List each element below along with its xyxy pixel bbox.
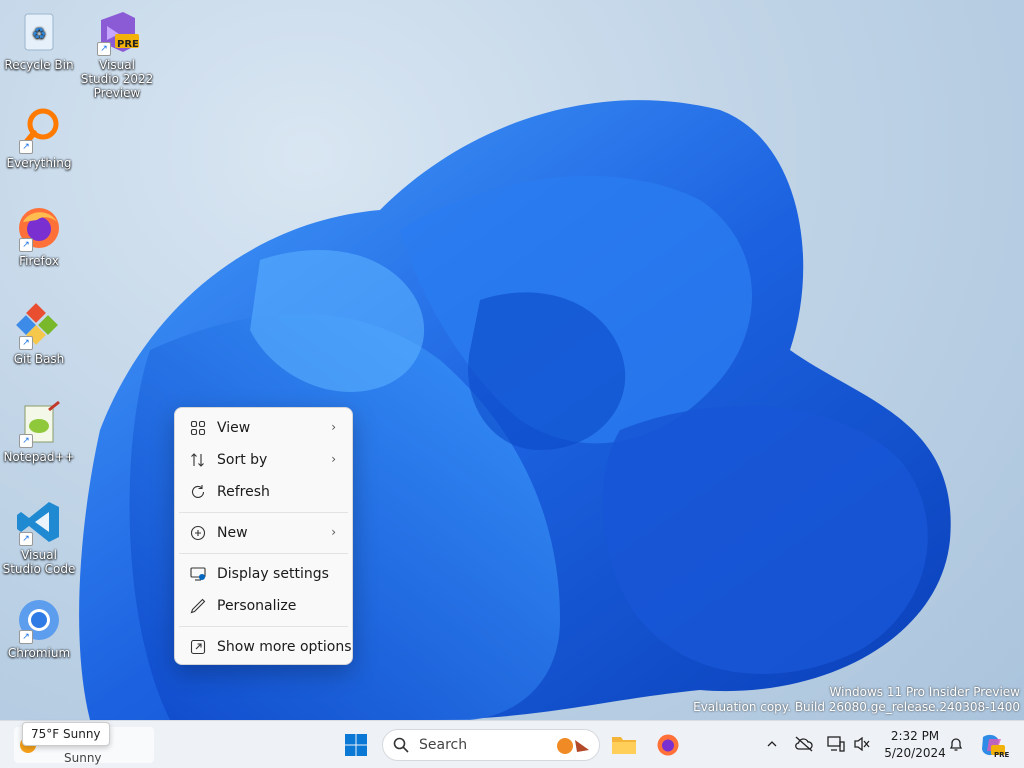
desktop-icon-everything[interactable]: ↗ Everything [1,106,77,170]
desktop-icon-label: Firefox [19,254,59,268]
watermark-line-2: Evaluation copy. Build 26080.ge_release.… [693,700,1020,714]
menu-item-view[interactable]: View › [175,412,352,444]
desktop-icon-visual-studio-2022-preview[interactable]: PRE ↗ Visual Studio 2022 Preview [79,8,155,100]
recycle-bin-icon: ♻ [15,8,63,56]
shortcut-arrow-icon: ↗ [19,434,33,448]
onedrive-tray-button[interactable] [793,733,815,755]
pen-icon [190,598,206,614]
svg-text:♻: ♻ [32,24,46,43]
everything-search-icon: ↗ [15,106,63,154]
search-highlight-icon [557,738,589,754]
copilot-button[interactable]: PRE [976,729,1010,761]
sort-arrows-icon [190,452,206,468]
display-settings-icon [190,566,206,582]
menu-item-label: Refresh [217,484,270,500]
visual-studio-preview-icon: PRE ↗ [93,8,141,56]
clock-time: 2:32 PM [890,729,940,743]
menu-item-display-settings[interactable]: Display settings [175,558,352,590]
menu-item-label: New [217,525,248,541]
start-button[interactable] [340,729,372,761]
taskbar-clock[interactable]: 2:32 PM 5/20/2024 [880,728,950,762]
firefox-icon: ↗ [15,204,63,252]
menu-item-personalize[interactable]: Personalize [175,590,352,622]
weather-tooltip: 75°F Sunny [22,722,110,746]
shortcut-arrow-icon: ↗ [19,630,33,644]
desktop-icon-label: Visual Studio Code [2,548,76,576]
wallpaper-bloom [79,100,951,720]
shortcut-arrow-icon: ↗ [19,336,33,350]
desktop-icon-git-bash[interactable]: ↗ Git Bash [1,302,77,366]
network-tray-button[interactable] [825,733,847,755]
clock-date: 5/20/2024 [884,746,946,760]
desktop-icon-label: Everything [6,156,72,170]
firefox-icon [657,734,679,756]
plus-circle-icon [190,525,206,541]
desktop-icon-firefox[interactable]: ↗ Firefox [1,204,77,268]
evaluation-watermark: Windows 11 Pro Insider Preview Evaluatio… [693,685,1020,715]
preview-badge: PRE [117,39,139,50]
menu-item-refresh[interactable]: Refresh [175,476,352,508]
weather-condition: Sunny [64,751,102,765]
copilot-preview-badge: PRE [994,751,1010,759]
menu-item-label: View [217,420,251,436]
desktop-icon-notepad-plus-plus[interactable]: ↗ Notepad++ [1,400,77,464]
bell-icon [949,738,963,751]
desktop-icon-label: Chromium [7,646,71,660]
search-placeholder: Search [419,737,468,753]
taskbar: Sunny Search 2:32 PM 5/20/2024 PRE [0,720,1024,768]
menu-item-new[interactable]: New › [175,517,352,549]
desktop-context-menu: View › Sort by › Refresh New › Display s… [174,407,353,665]
desktop-icon-label: Git Bash [13,352,65,366]
desktop-icon-visual-studio-code[interactable]: ↗ Visual Studio Code [1,498,77,576]
network-display-icon [827,736,845,752]
menu-item-label: Display settings [217,566,329,582]
menu-separator [179,626,348,627]
show-hidden-icons-button[interactable] [761,733,783,755]
windows-logo-icon [345,734,367,756]
menu-separator [179,553,348,554]
taskbar-search-box[interactable]: Search [382,729,600,761]
shortcut-arrow-icon: ↗ [19,532,33,546]
refresh-icon [190,484,206,500]
folder-icon [612,737,636,754]
menu-item-label: Sort by [217,452,268,468]
chevron-right-icon: › [331,420,336,434]
shortcut-arrow-icon: ↗ [19,140,33,154]
speaker-muted-icon [854,736,870,752]
menu-separator [179,512,348,513]
file-explorer-button[interactable] [608,729,640,761]
desktop-icon-label: Recycle Bin [4,58,74,72]
view-grid-icon [190,420,206,436]
shortcut-arrow-icon: ↗ [19,238,33,252]
desktop-icon-label: Notepad++ [3,450,75,464]
menu-item-sort-by[interactable]: Sort by › [175,444,352,476]
vscode-icon: ↗ [15,498,63,546]
watermark-line-1: Windows 11 Pro Insider Preview [829,685,1020,699]
chevron-right-icon: › [331,452,336,466]
notifications-button[interactable] [945,733,967,755]
git-bash-icon: ↗ [15,302,63,350]
chevron-up-icon [767,741,777,747]
menu-item-show-more-options[interactable]: Show more options [175,631,352,663]
firefox-taskbar-button[interactable] [652,729,684,761]
share-box-icon [190,639,206,655]
search-icon [393,737,409,753]
chromium-icon: ↗ [15,596,63,644]
desktop-icon-label: Visual Studio 2022 Preview [80,58,154,100]
chevron-right-icon: › [331,525,336,539]
menu-item-label: Personalize [217,598,297,614]
shortcut-arrow-icon: ↗ [97,42,111,56]
desktop-icon-recycle-bin[interactable]: ♻ Recycle Bin [1,8,77,72]
menu-item-label: Show more options [217,639,352,655]
cloud-off-icon [795,736,813,752]
volume-tray-button[interactable] [851,733,873,755]
desktop-icon-chromium[interactable]: ↗ Chromium [1,596,77,660]
notepad-plus-plus-icon: ↗ [15,400,63,448]
